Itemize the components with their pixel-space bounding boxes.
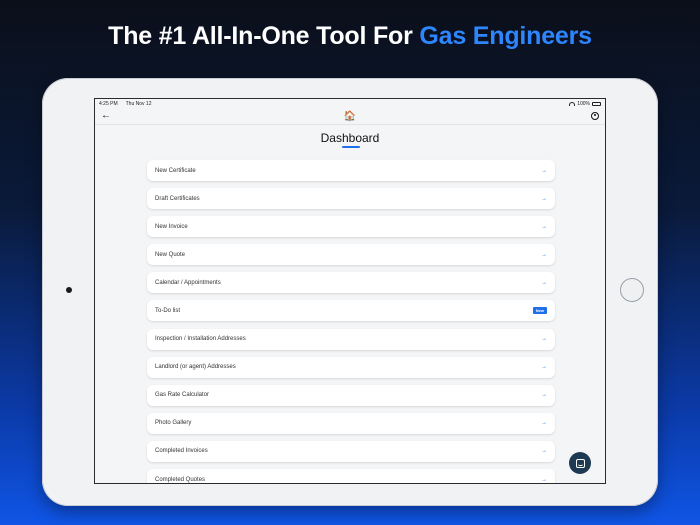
arrow-right-icon: →	[541, 476, 547, 483]
profile-icon[interactable]	[591, 112, 599, 120]
chat-icon	[575, 458, 585, 468]
menu-item-label: Inspection / Installation Addresses	[155, 336, 246, 343]
chat-button[interactable]	[569, 452, 591, 474]
menu-item-photo-gallery[interactable]: Photo Gallery →	[147, 412, 555, 434]
battery-icon	[592, 101, 601, 106]
arrow-right-icon: →	[541, 223, 547, 230]
status-right: 100%	[569, 101, 601, 107]
arrow-right-icon: →	[541, 420, 547, 427]
tablet-frame: 4:25 PM Thu Nov 12 100% ← 🏠 Dashboard Ne…	[42, 78, 658, 506]
headline-prefix: The #1 All-In-One Tool For	[108, 22, 420, 50]
menu-item-todo-list[interactable]: To-Do list New	[147, 300, 555, 322]
menu-item-label: Landlord (or agent) Addresses	[155, 364, 236, 371]
title-underline	[342, 146, 360, 148]
menu-item-label: Completed Quotes	[155, 476, 206, 483]
tablet-home-button	[620, 278, 644, 302]
menu-item-label: Gas Rate Calculator	[155, 392, 210, 399]
menu-item-new-quote[interactable]: New Quote →	[147, 244, 555, 266]
menu-item-gas-rate-calculator[interactable]: Gas Rate Calculator →	[147, 384, 555, 406]
arrow-right-icon: →	[541, 392, 547, 399]
menu-item-label: New Quote	[155, 251, 186, 258]
arrow-right-icon: →	[541, 279, 547, 286]
menu-item-draft-certificates[interactable]: Draft Certificates →	[147, 188, 555, 210]
page-title: Dashboard	[320, 131, 380, 145]
arrow-right-icon: →	[541, 167, 547, 174]
menu-item-completed-quotes[interactable]: Completed Quotes →	[147, 469, 555, 483]
menu-item-label: Photo Gallery	[155, 420, 192, 427]
menu-item-label: Draft Certificates	[155, 195, 200, 202]
menu-item-calendar[interactable]: Calendar / Appointments →	[147, 272, 555, 294]
marketing-headline: The #1 All-In-One Tool For Gas Engineers	[0, 22, 700, 51]
arrow-right-icon: →	[541, 195, 547, 202]
new-badge: New	[532, 307, 547, 315]
menu-item-label: Completed Invoices	[155, 448, 208, 455]
status-bar: 4:25 PM Thu Nov 12 100%	[95, 99, 605, 108]
arrow-right-icon: →	[541, 251, 547, 258]
status-time: 4:25 PM	[99, 100, 118, 107]
status-date: Thu Nov 12	[125, 100, 152, 107]
menu-item-label: New Certificate	[155, 167, 196, 174]
arrow-right-icon: →	[541, 364, 547, 371]
menu-item-new-invoice[interactable]: New Invoice →	[147, 216, 555, 238]
tablet-camera	[66, 287, 72, 293]
app-screen: 4:25 PM Thu Nov 12 100% ← 🏠 Dashboard Ne…	[94, 98, 606, 484]
menu-item-completed-invoices[interactable]: Completed Invoices →	[147, 440, 555, 462]
menu-item-label: To-Do list	[155, 307, 181, 314]
arrow-right-icon: →	[541, 448, 547, 455]
headline-accent: Gas Engineers	[419, 22, 592, 50]
home-icon[interactable]: 🏠	[344, 111, 356, 122]
top-nav-bar: ← 🏠	[95, 108, 605, 125]
battery-percent: 100%	[577, 100, 590, 107]
dashboard-menu: New Certificate → Draft Certificates → N…	[147, 160, 555, 483]
arrow-right-icon: →	[541, 336, 547, 343]
wifi-icon	[569, 101, 576, 106]
menu-item-landlord-addresses[interactable]: Landlord (or agent) Addresses →	[147, 356, 555, 378]
menu-item-new-certificate[interactable]: New Certificate →	[147, 160, 555, 181]
menu-item-inspection-addresses[interactable]: Inspection / Installation Addresses →	[147, 328, 555, 350]
menu-item-label: Calendar / Appointments	[155, 279, 221, 286]
menu-item-label: New Invoice	[155, 223, 188, 230]
back-arrow-icon[interactable]: ←	[101, 110, 111, 121]
